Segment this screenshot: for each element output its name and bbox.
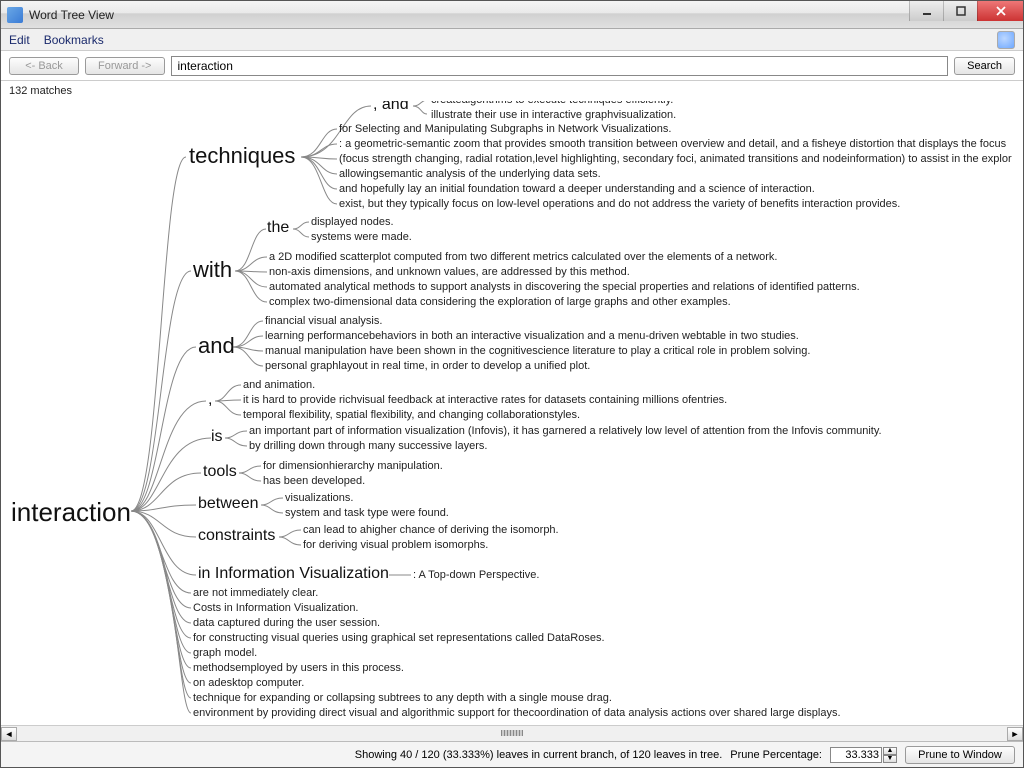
- tree-node[interactable]: is: [211, 428, 223, 446]
- tree-leaf[interactable]: by drilling down through many successive…: [249, 440, 487, 452]
- window-title: Word Tree View: [29, 8, 114, 22]
- refresh-icon[interactable]: [997, 31, 1015, 49]
- menu-bookmarks[interactable]: Bookmarks: [44, 33, 104, 47]
- tree-leaf[interactable]: (focus strength changing, radial rotatio…: [339, 153, 1012, 165]
- tree-node[interactable]: in Information Visualization: [198, 565, 389, 583]
- tree-leaf[interactable]: and hopefully lay an initial foundation …: [339, 183, 815, 195]
- scroll-right-icon[interactable]: ►: [1007, 727, 1023, 741]
- tree-leaf[interactable]: visualizations.: [285, 492, 353, 504]
- tree-leaf[interactable]: are not immediately clear.: [193, 587, 318, 599]
- prune-percentage-input[interactable]: [830, 747, 882, 763]
- tree-leaf[interactable]: for constructing visual queries using gr…: [193, 632, 605, 644]
- tree-leaf[interactable]: for dimensionhierarchy manipulation.: [263, 460, 443, 472]
- tree-leaf[interactable]: technique for expanding or collapsing su…: [193, 692, 612, 704]
- minimize-button[interactable]: [909, 1, 943, 21]
- toolbar: <- Back Forward -> Search: [1, 51, 1023, 81]
- tree-leaf[interactable]: personal graphlayout in real time, in or…: [265, 360, 590, 372]
- spinner-down-icon[interactable]: ▼: [883, 755, 897, 763]
- tree-node[interactable]: with: [193, 257, 232, 283]
- match-count: 132 matches: [1, 81, 1023, 101]
- tree-leaf[interactable]: displayed nodes.: [311, 216, 394, 228]
- tree-node[interactable]: and: [198, 333, 235, 359]
- tree-leaf[interactable]: illustrate their use in interactive grap…: [431, 109, 676, 121]
- tree-leaf[interactable]: it is hard to provide richvisual feedbac…: [243, 394, 727, 406]
- tree-leaf[interactable]: temporal flexibility, spatial flexibilit…: [243, 409, 580, 421]
- tree-leaf[interactable]: complex two-dimensional data considering…: [269, 296, 731, 308]
- tree-leaf[interactable]: systems were made.: [311, 231, 412, 243]
- tree-node[interactable]: , and: [373, 101, 409, 114]
- tree-leaf[interactable]: an important part of information visuali…: [249, 425, 882, 437]
- search-input[interactable]: [171, 56, 949, 76]
- back-button[interactable]: <- Back: [9, 57, 79, 75]
- tree-leaf[interactable]: can lead to ahigher chance of deriving t…: [303, 524, 559, 536]
- tree-node[interactable]: techniques: [189, 143, 295, 169]
- tree-leaf[interactable]: : A Top-down Perspective.: [413, 569, 539, 581]
- tree-leaf[interactable]: financial visual analysis.: [265, 315, 382, 327]
- tree-leaf[interactable]: for deriving visual problem isomorphs.: [303, 539, 488, 551]
- window-titlebar: Word Tree View: [1, 1, 1023, 29]
- word-tree-canvas[interactable]: interaction techniques , and createalgor…: [1, 101, 1023, 725]
- scroll-left-icon[interactable]: ◄: [1, 727, 17, 741]
- prune-label: Prune Percentage:: [730, 749, 822, 761]
- scroll-grip[interactable]: [501, 730, 523, 736]
- menu-edit[interactable]: Edit: [9, 33, 30, 47]
- tree-leaf[interactable]: has been developed.: [263, 475, 365, 487]
- prune-to-window-button[interactable]: Prune to Window: [905, 746, 1015, 764]
- tree-leaf[interactable]: exist, but they typically focus on low-l…: [339, 198, 900, 210]
- tree-leaf[interactable]: on adesktop computer.: [193, 677, 304, 689]
- tree-node[interactable]: ,: [208, 391, 212, 409]
- tree-leaf[interactable]: graph model.: [193, 647, 257, 659]
- tree-leaf[interactable]: system and task type were found.: [285, 507, 449, 519]
- tree-leaf[interactable]: createalgorithms to execute techniques e…: [431, 101, 673, 106]
- tree-leaf[interactable]: a 2D modified scatterplot computed from …: [269, 251, 777, 263]
- status-bar: Showing 40 / 120 (33.333%) leaves in cur…: [1, 741, 1023, 767]
- tree-leaf[interactable]: learning performancebehaviors in both an…: [265, 330, 799, 342]
- tree-leaf[interactable]: allowingsemantic analysis of the underly…: [339, 168, 601, 180]
- tree-node[interactable]: between: [198, 495, 259, 513]
- tree-node[interactable]: tools: [203, 463, 237, 481]
- close-button[interactable]: [977, 1, 1023, 21]
- menu-bar: Edit Bookmarks: [1, 29, 1023, 51]
- tree-leaf[interactable]: non-axis dimensions, and unknown values,…: [269, 266, 630, 278]
- tree-leaf[interactable]: automated analytical methods to support …: [269, 281, 860, 293]
- tree-node[interactable]: the: [267, 219, 289, 237]
- tree-leaf[interactable]: data captured during the user session.: [193, 617, 380, 629]
- tree-leaf[interactable]: for Selecting and Manipulating Subgraphs…: [339, 123, 671, 135]
- search-button[interactable]: Search: [954, 57, 1015, 75]
- tree-leaf[interactable]: environment by providing direct visual a…: [193, 707, 841, 719]
- spinner-up-icon[interactable]: ▲: [883, 747, 897, 755]
- tree-node[interactable]: constraints: [198, 527, 275, 545]
- forward-button[interactable]: Forward ->: [85, 57, 165, 75]
- horizontal-scrollbar[interactable]: ◄ ►: [1, 725, 1023, 741]
- tree-leaf[interactable]: manual manipulation have been shown in t…: [265, 345, 810, 357]
- tree-leaf[interactable]: methodsemployed by users in this process…: [193, 662, 404, 674]
- maximize-button[interactable]: [943, 1, 977, 21]
- app-icon: [7, 7, 23, 23]
- tree-leaf[interactable]: Costs in Information Visualization.: [193, 602, 359, 614]
- tree-leaf[interactable]: : a geometric-semantic zoom that provide…: [339, 138, 1006, 150]
- tree-root[interactable]: interaction: [11, 497, 131, 528]
- status-text: Showing 40 / 120 (33.333%) leaves in cur…: [355, 749, 723, 761]
- tree-leaf[interactable]: and animation.: [243, 379, 315, 391]
